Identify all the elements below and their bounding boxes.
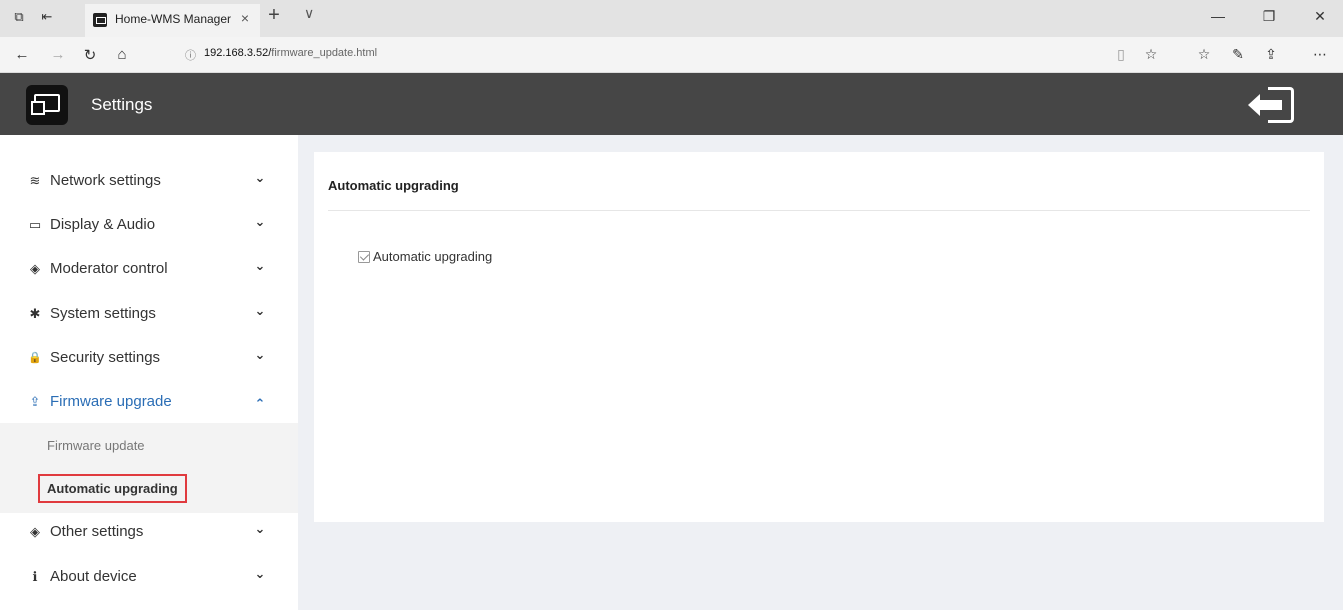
url-host: 192.168.3.52/ [204,47,272,59]
sidebar-item-label: Firmware upgrade [50,393,172,410]
lock-icon: 🔒 [28,352,42,364]
checkbox-checked-icon[interactable] [358,250,370,263]
chevron-down-icon: ⌄ [254,258,266,273]
forward-icon[interactable]: → [48,46,68,63]
sidebar-item-label: About device [50,568,137,585]
sidebar-item-label: Other settings [50,523,144,540]
sidebar-item-system-settings[interactable]: ✱ System settings ⌄ [0,292,298,336]
site-info-icon[interactable]: ⓘ [185,47,196,63]
back-icon[interactable]: ← [12,46,32,63]
set-aside-tabs-icon[interactable]: ⇤ [38,8,56,26]
sidebar-item-display-audio[interactable]: ▭ Display & Audio ⌄ [0,203,298,247]
browser-tab[interactable]: Home-WMS Manager × [85,4,260,37]
url-text: 192.168.3.52/firmware_update.html [204,47,377,59]
url-path: firmware_update.html [271,47,378,59]
firmware-submenu: Firmware update Automatic upgrading [0,423,298,513]
sidebar-item-label: Display & Audio [50,216,156,233]
minimize-button[interactable]: — [1203,8,1233,24]
sidebar-item-label: Security settings [50,349,161,366]
refresh-icon[interactable]: ↻ [80,46,100,64]
sidebar-item-moderator-control[interactable]: ◈ Moderator control ⌄ [0,247,298,291]
screen-mirror-icon [26,85,68,125]
sidebar-item-label: System settings [50,305,156,322]
sidebar-item-label: Network settings [50,172,161,189]
tab-close-icon[interactable]: × [236,10,254,26]
logout-icon[interactable] [1248,87,1304,125]
sidebar-item-network-settings[interactable]: ≋ Network settings ⌄ [0,159,298,203]
tab-list-chevron-icon[interactable]: ∨ [304,5,314,22]
card-title: Automatic upgrading [328,178,459,193]
sidebar-item-security-settings[interactable]: 🔒 Security settings ⌄ [0,336,298,380]
web-note-icon[interactable]: ✎ [1228,46,1248,63]
tab-title: Home-WMS Manager [115,12,232,26]
sidebar: ≋ Network settings ⌄ ▭ Display & Audio ⌄… [0,135,298,610]
more-icon[interactable]: ⋯ [1310,46,1330,63]
submenu-item-firmware-update[interactable]: Firmware update [47,438,145,453]
restore-button[interactable]: ❐ [1254,8,1284,25]
submenu-item-automatic-upgrading[interactable]: Automatic upgrading [38,474,187,503]
sidebar-item-firmware-upgrade[interactable]: ⇪ Firmware upgrade ⌃ [0,380,298,424]
divider [328,210,1310,211]
close-window-button[interactable]: ✕ [1305,8,1335,25]
browser-address-bar: ← → ↻ ⌂ ⓘ 192.168.3.52/firmware_update.h… [0,37,1343,73]
sidebar-item-other-settings[interactable]: ◈ Other settings ⌄ [0,510,298,554]
diamond-icon: ◈ [30,524,40,539]
diamond-icon: ◈ [30,261,40,276]
home-icon[interactable]: ⌂ [112,46,132,63]
site-favicon-icon [93,13,107,27]
favorites-list-icon[interactable]: ☆ [1194,46,1214,63]
chevron-down-icon: ⌄ [254,214,266,229]
chevron-down-icon: ⌄ [254,347,266,362]
sidebar-item-about-device[interactable]: ℹ About device ⌄ [0,555,298,599]
url-field[interactable]: ⓘ 192.168.3.52/firmware_update.html [185,44,1185,66]
favorite-star-icon[interactable]: ☆ [1141,46,1161,63]
page-title: Settings [91,95,153,114]
chevron-down-icon: ⌄ [254,303,266,318]
tab-actions-icon[interactable]: ⧉ [10,8,28,26]
browser-tab-strip: ⧉ ⇤ Home-WMS Manager × + ∨ — ❐ ✕ [0,0,1343,37]
automatic-upgrading-checkbox[interactable]: Automatic upgrading [358,249,492,264]
app-header: Settings [0,73,1343,135]
upload-icon: ⇪ [29,394,41,409]
chevron-down-icon: ⌄ [254,566,266,581]
wifi-icon: ≋ [29,173,41,188]
new-tab-button[interactable]: + [262,4,286,27]
settings-card: Automatic upgrading Automatic upgrading [314,152,1324,522]
chevron-up-icon: ⌃ [254,396,266,411]
reading-view-icon[interactable]: ▯ [1111,46,1131,63]
gear-icon: ✱ [29,306,41,321]
monitor-icon: ▭ [28,217,42,232]
chevron-down-icon: ⌄ [254,170,266,185]
info-icon: ℹ [32,569,38,584]
checkbox-label: Automatic upgrading [373,249,493,264]
chevron-down-icon: ⌄ [254,521,266,536]
share-icon[interactable]: ⇪ [1261,46,1281,63]
sidebar-item-label: Moderator control [50,260,168,277]
